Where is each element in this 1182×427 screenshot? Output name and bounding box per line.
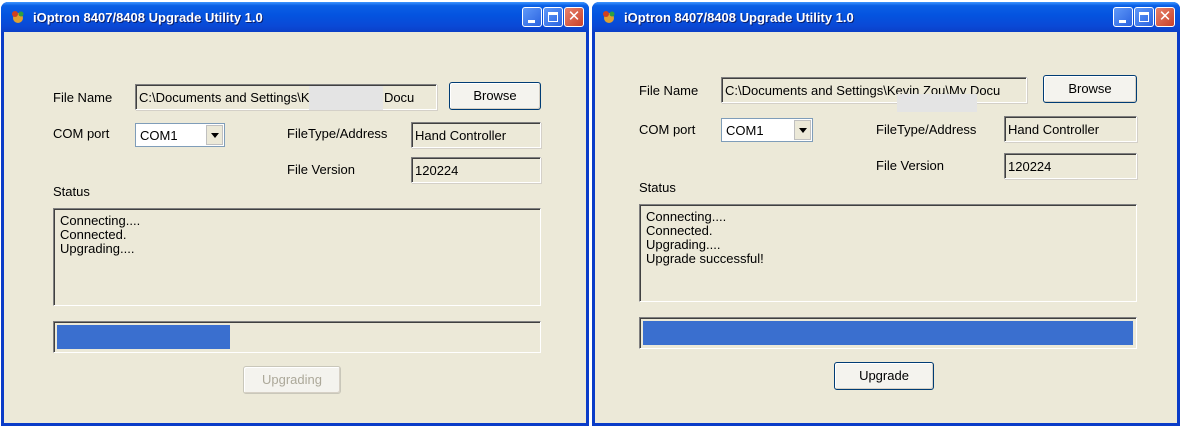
close-button[interactable]: ✕ bbox=[564, 7, 584, 27]
redaction-block bbox=[309, 86, 383, 110]
file-version-label: File Version bbox=[876, 158, 944, 173]
file-type-field: Hand Controller bbox=[411, 122, 541, 148]
file-name-field[interactable]: C:\Documents and Settings\Kevin Zou\My D… bbox=[721, 77, 1027, 103]
minimize-icon bbox=[528, 20, 535, 23]
close-button[interactable]: ✕ bbox=[1155, 7, 1175, 27]
status-line: Connected. bbox=[646, 223, 713, 238]
maximize-icon bbox=[548, 12, 558, 22]
file-type-field: Hand Controller bbox=[1004, 116, 1137, 142]
status-line: Connecting.... bbox=[646, 209, 727, 224]
maximize-button[interactable] bbox=[1134, 7, 1154, 27]
redaction-block bbox=[897, 94, 977, 112]
status-line: Upgrade successful! bbox=[646, 251, 764, 266]
title-bar[interactable]: iOptron 8407/8408 Upgrade Utility 1.0 ✕ bbox=[1, 2, 589, 32]
close-icon: ✕ bbox=[1158, 8, 1172, 25]
status-line: Upgrading.... bbox=[646, 237, 721, 252]
maximize-icon bbox=[1139, 12, 1149, 22]
status-line: Upgrading.... bbox=[60, 241, 135, 256]
file-version-field: 120224 bbox=[411, 157, 541, 183]
file-version-field: 120224 bbox=[1004, 153, 1137, 179]
window-title: iOptron 8407/8408 Upgrade Utility 1.0 bbox=[624, 10, 854, 25]
file-name-label: File Name bbox=[53, 90, 113, 105]
browse-button[interactable]: Browse bbox=[449, 82, 541, 110]
maximize-button[interactable] bbox=[543, 7, 563, 27]
status-line: Connecting.... bbox=[60, 213, 141, 228]
status-label: Status bbox=[53, 184, 90, 199]
app-icon bbox=[603, 11, 615, 23]
progress-fill bbox=[643, 321, 1133, 345]
file-name-field[interactable]: C:\Documents and Settings\Kevin Zou\My D… bbox=[135, 84, 437, 110]
minimize-button[interactable] bbox=[522, 7, 542, 27]
progress-bar bbox=[639, 317, 1137, 349]
browse-button[interactable]: Browse bbox=[1043, 75, 1137, 103]
minimize-icon bbox=[1119, 20, 1126, 23]
status-line: Connected. bbox=[60, 227, 127, 242]
com-port-label: COM port bbox=[53, 126, 110, 141]
status-log: Connecting.... Connected. Upgrading.... … bbox=[639, 204, 1137, 302]
app-icon bbox=[12, 11, 24, 23]
com-port-select[interactable]: COM1 bbox=[135, 123, 225, 147]
file-name-label: File Name bbox=[639, 83, 699, 98]
file-type-label: FileType/Address bbox=[876, 122, 977, 137]
com-port-value: COM1 bbox=[726, 123, 764, 138]
progress-bar bbox=[53, 321, 541, 353]
upgrade-button[interactable]: Upgrade bbox=[834, 362, 934, 390]
file-version-label: File Version bbox=[287, 162, 355, 177]
upgrade-window-complete: iOptron 8407/8408 Upgrade Utility 1.0 ✕ … bbox=[592, 2, 1180, 426]
com-port-value: COM1 bbox=[140, 128, 178, 143]
com-port-label: COM port bbox=[639, 122, 696, 137]
close-icon: ✕ bbox=[567, 8, 581, 25]
upgrade-button: Upgrading bbox=[243, 366, 341, 394]
status-log: Connecting.... Connected. Upgrading.... bbox=[53, 208, 541, 306]
com-port-select[interactable]: COM1 bbox=[721, 118, 813, 142]
window-title: iOptron 8407/8408 Upgrade Utility 1.0 bbox=[33, 10, 263, 25]
minimize-button[interactable] bbox=[1113, 7, 1133, 27]
chevron-down-icon[interactable] bbox=[206, 125, 223, 145]
chevron-down-icon[interactable] bbox=[794, 120, 811, 140]
progress-fill bbox=[57, 325, 230, 349]
status-label: Status bbox=[639, 180, 676, 195]
file-type-label: FileType/Address bbox=[287, 126, 388, 141]
title-bar[interactable]: iOptron 8407/8408 Upgrade Utility 1.0 ✕ bbox=[592, 2, 1180, 32]
upgrade-window-in-progress: iOptron 8407/8408 Upgrade Utility 1.0 ✕ … bbox=[1, 2, 589, 426]
